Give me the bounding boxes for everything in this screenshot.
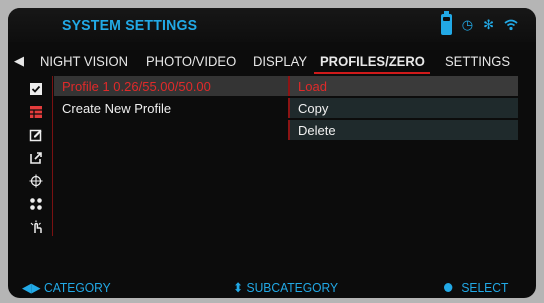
active-tab-indicator (314, 72, 430, 74)
tab-settings[interactable]: SETTINGS (445, 53, 510, 69)
title-bar: SYSTEM SETTINGS ◷ ✻ (8, 8, 536, 42)
select-dot-icon (444, 283, 453, 292)
category-tabs: ◀ NIGHT VISION PHOTO/VIDEO DISPLAY PROFI… (8, 50, 536, 74)
crosshair-icon[interactable] (27, 172, 45, 190)
timer-icon: ◷ (461, 17, 474, 32)
tab-display[interactable]: DISPLAY (253, 53, 307, 69)
back-arrow-icon[interactable]: ◀ (14, 53, 24, 69)
profile-list: Profile 1 0.26/55.00/50.00 Create New Pr… (54, 76, 288, 118)
reticle-hand-icon[interactable] (27, 218, 45, 236)
profile-action-menu: Load Copy Delete (288, 76, 518, 140)
profile-grid-icon[interactable] (27, 103, 45, 121)
bluetooth-icon: ✻ (483, 17, 494, 32)
battery-icon (440, 11, 452, 35)
tab-profiles-zero[interactable]: PROFILES/ZERO (320, 53, 425, 69)
load-menu-item[interactable]: Load (288, 76, 518, 96)
tab-night-vision[interactable]: NIGHT VISION (40, 53, 128, 69)
delete-menu-item[interactable]: Delete (288, 120, 518, 140)
checkbox-icon[interactable] (27, 80, 45, 98)
dots-icon[interactable] (27, 195, 45, 213)
subcategory-hint-label: SUBCATEGORY (246, 280, 339, 295)
copy-menu-item[interactable]: Copy (288, 98, 518, 118)
select-hint-label: SELECT (461, 280, 509, 295)
category-hint-label: CATEGORY (43, 280, 111, 295)
left-right-arrows-icon: ◀▶ (22, 280, 41, 295)
rail-divider (52, 76, 53, 236)
export-icon[interactable] (27, 149, 45, 167)
control-hints: ◀▶ CATEGORY ⬍ SUBCATEGORY SELECT (8, 276, 536, 298)
category-hint: ◀▶ CATEGORY (22, 280, 111, 296)
page-title: SYSTEM SETTINGS (62, 17, 198, 34)
status-icons: ◷ ✻ (440, 11, 518, 35)
subcategory-rail (24, 80, 48, 241)
wifi-icon (504, 19, 518, 31)
subcategory-hint: ⬍ SUBCATEGORY (233, 280, 338, 296)
device-screen: SYSTEM SETTINGS ◷ ✻ ◀ NIGHT VISION PHOTO… (8, 8, 536, 298)
up-down-arrows-icon: ⬍ (233, 280, 244, 295)
create-profile-row[interactable]: Create New Profile (54, 98, 288, 118)
tab-photo-video[interactable]: PHOTO/VIDEO (146, 53, 236, 69)
profile-row-selected[interactable]: Profile 1 0.26/55.00/50.00 (54, 76, 288, 96)
edit-icon[interactable] (27, 126, 45, 144)
select-hint: SELECT (444, 280, 508, 295)
